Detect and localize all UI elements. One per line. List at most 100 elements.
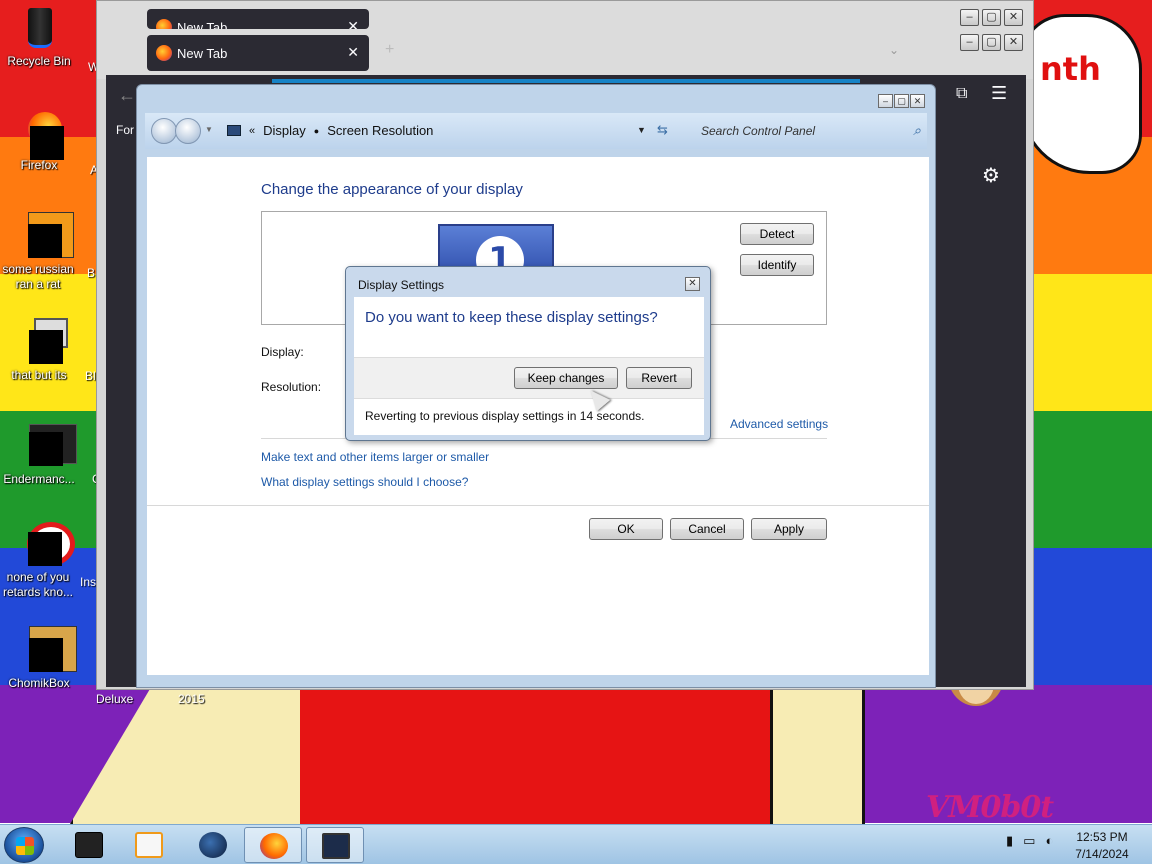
browser-tab[interactable]: New Tab ✕ [147,35,369,71]
back-button[interactable] [151,118,177,144]
taskbar-item[interactable] [60,827,118,863]
back-arrow-icon[interactable]: ← [118,85,136,106]
wallpaper-watermark: VM0b0t [926,790,1054,824]
chevron-down-icon[interactable]: ⌄ [889,43,899,57]
breadcrumb-item-screen-resolution[interactable]: Screen Resolution [327,123,433,138]
display-label: Display: [261,345,304,359]
desktop-icon-label: B [87,266,96,280]
desktop-icon-label: that but its [11,368,67,382]
taskbar-item-firefox[interactable] [244,827,302,863]
menu-icon[interactable]: ☰ [991,83,1007,104]
advanced-settings-link[interactable]: Advanced settings [730,417,828,431]
close-icon[interactable]: ✕ [347,44,359,61]
display-icon[interactable]: ▭ [1023,833,1035,849]
windows-logo-icon [16,837,34,855]
search-icon[interactable]: ⌕ [913,122,921,139]
url-bar[interactable] [272,79,860,83]
recycle-bin-icon [16,4,62,50]
desktop-icon-label: Recycle Bin [7,54,71,68]
page-title: Change the appearance of your display [261,181,523,198]
taskbar-item-display-settings[interactable] [306,827,364,863]
minimize-icon[interactable]: – [960,34,979,51]
network-icon[interactable]: ▮ [1006,833,1013,849]
identify-button[interactable]: Identify [740,254,814,276]
dialog-title: Display Settings [358,278,445,292]
desktop-icon-label: none of you retards kno... [2,570,74,599]
display-settings-icon [322,833,350,859]
clock[interactable]: 12:53 PM 7/14/2024 [1062,829,1142,863]
start-button[interactable] [4,827,44,863]
desktop-icon-shortcut[interactable]: Endermanc... [0,422,78,487]
globe-icon [199,832,227,858]
browser-tab[interactable]: New Tab ✕ [147,9,369,29]
gear-icon[interactable]: ⚙ [982,163,1000,188]
speech-bubble [1020,14,1142,174]
ok-button[interactable]: OK [589,518,663,540]
refresh-icon[interactable]: ⇆ [657,122,668,138]
display-help-link[interactable]: What display settings should I choose? [261,475,468,489]
volume-icon[interactable]: ◐ [1045,833,1053,849]
desktop-icon-label: Deluxe [96,692,134,706]
dialog-button-bar: Keep changes Revert [354,357,704,399]
breadcrumb: « Display ● Screen Resolution [227,123,433,138]
breadcrumb-item-display[interactable]: Display [263,123,306,138]
maximize-icon[interactable]: ▢ [982,34,1001,51]
apply-button[interactable]: Apply [751,518,827,540]
close-icon[interactable]: ✕ [1004,9,1023,26]
tab-label: New Tab [177,20,228,29]
window-controls: – ▢ ✕ [878,94,925,108]
maximize-icon[interactable]: ▢ [982,9,1001,26]
shortcut-icon [15,520,75,566]
wallpaper-drawing [770,688,865,824]
address-bar: ▼ « Display ● Screen Resolution ▼ ⇆ Sear… [145,113,927,149]
chevron-down-icon[interactable]: ▼ [205,125,213,134]
minimize-icon[interactable]: – [878,94,893,108]
media-player-icon [135,832,163,858]
clock-time: 12:53 PM [1076,830,1128,844]
chevron-down-icon[interactable]: ▼ [637,125,646,135]
close-icon[interactable]: ✕ [347,18,359,29]
divider [147,505,929,506]
close-icon[interactable]: ✕ [1004,34,1023,51]
desktop-icon-firefox[interactable]: Firefox [0,108,78,173]
search-input[interactable]: Search Control Panel ⌕ [687,117,925,145]
maximize-icon[interactable]: ▢ [894,94,909,108]
desktop-icon-chomikbox[interactable]: ChomikBox [0,626,78,691]
monitor-icon [227,125,241,136]
taskbar-item[interactable] [184,827,242,863]
resolution-label: Resolution: [261,380,322,394]
desktop-icon-shortcut[interactable]: some russian ran a rat [0,212,76,292]
desktop-icon-label: ChomikBox [8,676,70,690]
desktop-icon-recycle-bin[interactable]: Recycle Bin [0,4,78,69]
text-size-link[interactable]: Make text and other items larger or smal… [261,450,489,464]
tab-label: New Tab [177,46,228,61]
forward-button[interactable] [175,118,201,144]
breadcrumb-separator-icon[interactable]: ● [314,126,319,136]
display-settings-dialog[interactable]: Display Settings ✕ Do you want to keep t… [345,266,711,441]
desktop-icon-label: Firefox [20,158,58,172]
revert-button[interactable]: Revert [626,367,692,389]
keep-changes-button[interactable]: Keep changes [514,367,618,389]
new-tab-icon[interactable]: + [385,41,394,59]
speech-bubble-text: nth [1040,50,1101,88]
taskbar: ▮ ▭ ◐ 12:53 PM 7/14/2024 [0,824,1152,864]
window-controls: – ▢ ✕ [960,9,1023,26]
desktop-icon-label: Bl [85,369,96,383]
firefox-icon [156,19,172,29]
extensions-icon[interactable]: ⧉ [956,85,967,103]
detect-button[interactable]: Detect [740,223,814,245]
breadcrumb-overflow-icon[interactable]: « [249,125,255,137]
desktop-icon-shortcut[interactable]: none of you retards kno... [0,520,76,600]
close-icon[interactable]: ✕ [910,94,925,108]
shortcut-icon [16,318,68,364]
minimize-icon[interactable]: – [960,9,979,26]
cancel-button[interactable]: Cancel [670,518,744,540]
chomikbox-icon [16,626,77,672]
close-icon[interactable]: ✕ [685,277,700,291]
wallpaper-drawing [300,688,770,824]
desktop-icon-label: Endermanc... [3,472,75,486]
system-tray: ▮ ▭ ◐ [1006,833,1053,849]
taskbar-item[interactable] [120,827,178,863]
desktop-icon-shortcut[interactable]: that but its [0,318,78,383]
dialog-body: Do you want to keep these display settin… [354,297,704,435]
